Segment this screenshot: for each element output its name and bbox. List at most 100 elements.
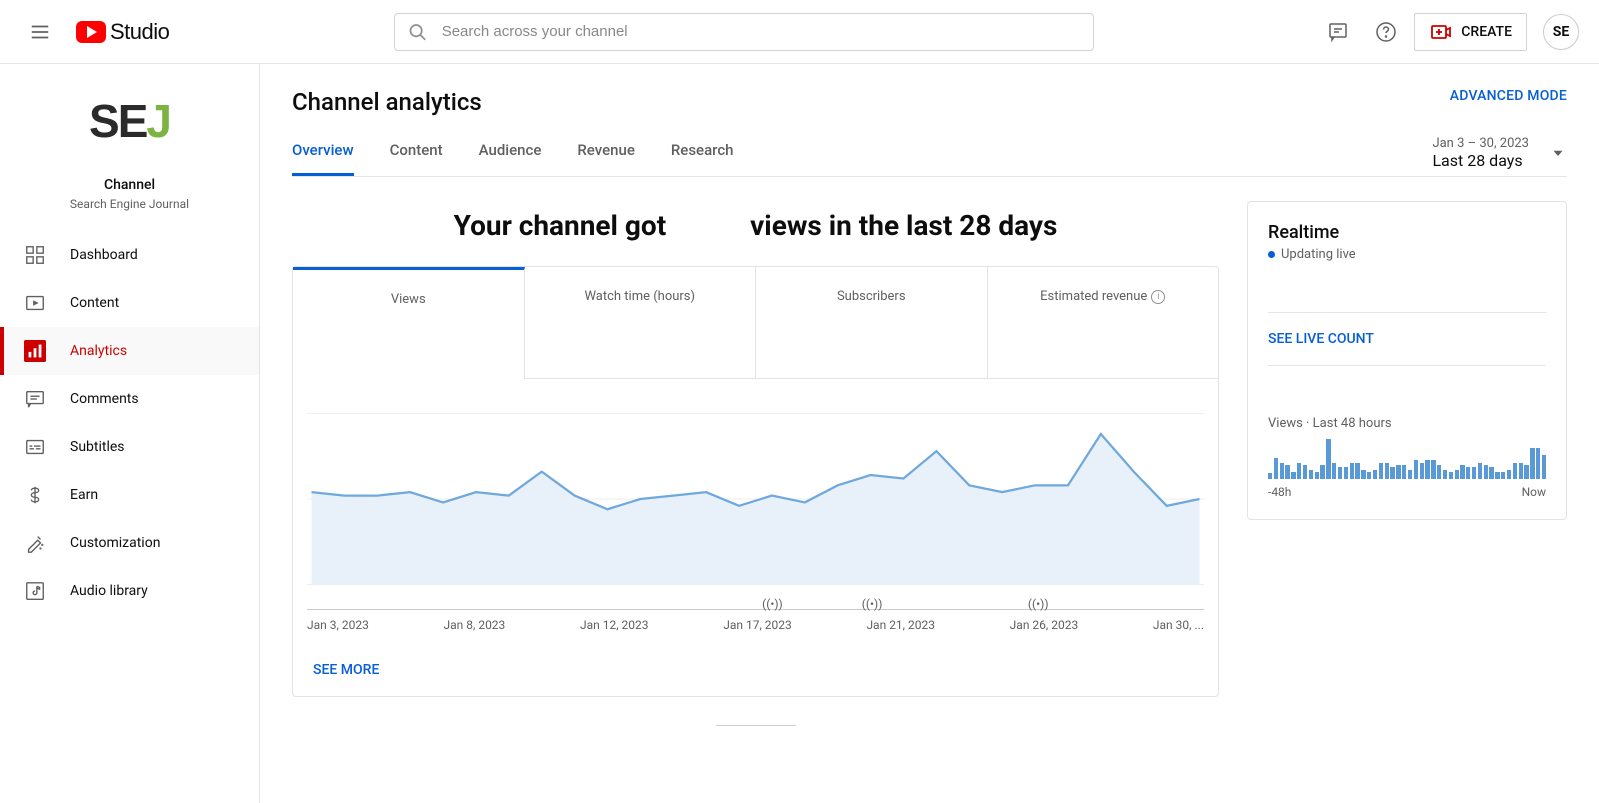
live-event-marker-icon: ((•)) — [1028, 597, 1049, 611]
page-title: Channel analytics — [292, 88, 482, 116]
account-avatar[interactable]: SE — [1543, 14, 1579, 50]
metric-tab-views[interactable]: Views — [293, 267, 525, 379]
realtime-bar — [1542, 455, 1546, 479]
help-button[interactable] — [1366, 12, 1406, 52]
line-chart-svg — [307, 409, 1204, 589]
info-icon: i — [1151, 290, 1165, 304]
create-icon — [1429, 20, 1453, 44]
tab-content[interactable]: Content — [390, 141, 443, 176]
sidebar-item-earn[interactable]: Earn — [0, 471, 259, 519]
realtime-bar — [1326, 439, 1330, 479]
date-range-picker[interactable]: Jan 3 – 30, 2023 Last 28 days — [1432, 136, 1567, 176]
tab-revenue[interactable]: Revenue — [577, 141, 635, 176]
sidebar-item-subtitles[interactable]: Subtitles — [0, 423, 259, 471]
realtime-bar — [1536, 448, 1540, 479]
card-divider — [716, 725, 796, 726]
tab-audience[interactable]: Audience — [479, 141, 542, 176]
realtime-bar — [1449, 472, 1453, 479]
realtime-bar — [1501, 472, 1505, 479]
sidebar-item-label: Audio library — [70, 583, 148, 599]
search-input[interactable] — [442, 23, 1081, 40]
sidebar-item-label: Analytics — [70, 343, 127, 359]
realtime-bar — [1355, 463, 1359, 479]
rt-axis-end: Now — [1522, 485, 1546, 499]
sidebar-item-label: Comments — [70, 391, 139, 407]
create-button[interactable]: CREATE — [1414, 13, 1527, 51]
realtime-bar — [1373, 470, 1377, 479]
realtime-bar — [1385, 463, 1389, 479]
main-content: Channel analytics ADVANCED MODE Overview… — [260, 64, 1599, 803]
sidebar-item-comments[interactable]: Comments — [0, 375, 259, 423]
x-tick-label: Jan 21, 2023 — [866, 618, 935, 632]
metric-tab-revenue[interactable]: Estimated revenue i — [988, 267, 1219, 379]
realtime-updating: Updating live — [1268, 247, 1546, 262]
x-tick-label: Jan 17, 2023 — [723, 618, 792, 632]
advanced-mode-link[interactable]: ADVANCED MODE — [1450, 88, 1567, 104]
channel-name: Search Engine Journal — [0, 197, 259, 211]
realtime-bar — [1396, 465, 1400, 479]
realtime-bar — [1332, 463, 1336, 479]
views-chart[interactable]: ((•))((•))((•)) Jan 3, 2023Jan 8, 2023Ja… — [293, 379, 1218, 644]
feedback-icon — [1326, 20, 1350, 44]
metric-tab-subscribers[interactable]: Subscribers — [756, 267, 988, 379]
app-header: Studio CREATE SE — [0, 0, 1599, 64]
analytics-tabs: Overview Content Audience Revenue Resear… — [292, 141, 734, 176]
date-range-label: Last 28 days — [1432, 151, 1529, 170]
x-tick-label: Jan 26, 2023 — [1010, 618, 1079, 632]
feedback-button[interactable] — [1318, 12, 1358, 52]
metric-tab-watch-time[interactable]: Watch time (hours) — [525, 267, 757, 379]
sidebar-item-label: Content — [70, 295, 119, 311]
analytics-icon — [24, 340, 46, 362]
dashboard-icon — [24, 244, 46, 266]
sidebar-item-customization[interactable]: Customization — [0, 519, 259, 567]
realtime-bar — [1367, 472, 1371, 479]
sidebar-item-content[interactable]: Content — [0, 279, 259, 327]
tab-overview[interactable]: Overview — [292, 141, 354, 176]
comments-icon — [24, 388, 46, 410]
realtime-bar — [1350, 463, 1354, 479]
earn-icon — [24, 484, 46, 506]
chevron-down-icon — [1549, 144, 1567, 162]
x-tick-label: Jan 30, ... — [1153, 618, 1204, 632]
tab-research[interactable]: Research — [671, 141, 734, 176]
realtime-bar — [1513, 463, 1517, 479]
realtime-bar — [1408, 470, 1412, 479]
sidebar: SEJ Channel Search Engine Journal Dashbo… — [0, 64, 260, 803]
chart-x-axis: Jan 3, 2023Jan 8, 2023Jan 12, 2023Jan 17… — [307, 609, 1204, 632]
search-box[interactable] — [394, 13, 1094, 51]
see-more-link[interactable]: SEE MORE — [293, 644, 1218, 696]
channel-label: Channel — [0, 177, 259, 193]
realtime-bar — [1437, 465, 1441, 479]
realtime-bar — [1519, 463, 1523, 479]
realtime-bar — [1524, 465, 1528, 479]
sidebar-item-dashboard[interactable]: Dashboard — [0, 231, 259, 279]
realtime-bar — [1431, 460, 1435, 479]
realtime-bar — [1297, 463, 1301, 479]
realtime-bar — [1495, 472, 1499, 479]
realtime-bar — [1309, 470, 1313, 479]
sidebar-item-analytics[interactable]: Analytics — [0, 327, 259, 375]
realtime-bar — [1361, 470, 1365, 479]
realtime-bar — [1379, 463, 1383, 479]
realtime-bar — [1338, 467, 1342, 479]
realtime-bar — [1268, 473, 1272, 479]
hamburger-icon — [29, 21, 51, 43]
realtime-bar — [1320, 465, 1324, 479]
realtime-bar — [1315, 472, 1319, 479]
see-live-count-link[interactable]: SEE LIVE COUNT — [1268, 331, 1546, 347]
realtime-bar — [1489, 467, 1493, 479]
realtime-bar — [1344, 467, 1348, 479]
realtime-bar-chart[interactable] — [1268, 439, 1546, 479]
audio-library-icon — [24, 580, 46, 602]
realtime-bar — [1420, 463, 1424, 479]
x-tick-label: Jan 8, 2023 — [443, 618, 505, 632]
studio-logo[interactable]: Studio — [76, 19, 169, 45]
logo-text: Studio — [110, 19, 169, 45]
channel-card[interactable]: SEJ Channel Search Engine Journal — [0, 88, 259, 211]
youtube-play-icon — [76, 21, 106, 43]
sidebar-item-audio-library[interactable]: Audio library — [0, 567, 259, 615]
menu-toggle-button[interactable] — [20, 12, 60, 52]
realtime-bar — [1303, 465, 1307, 479]
help-icon — [1374, 20, 1398, 44]
realtime-bar — [1466, 467, 1470, 479]
